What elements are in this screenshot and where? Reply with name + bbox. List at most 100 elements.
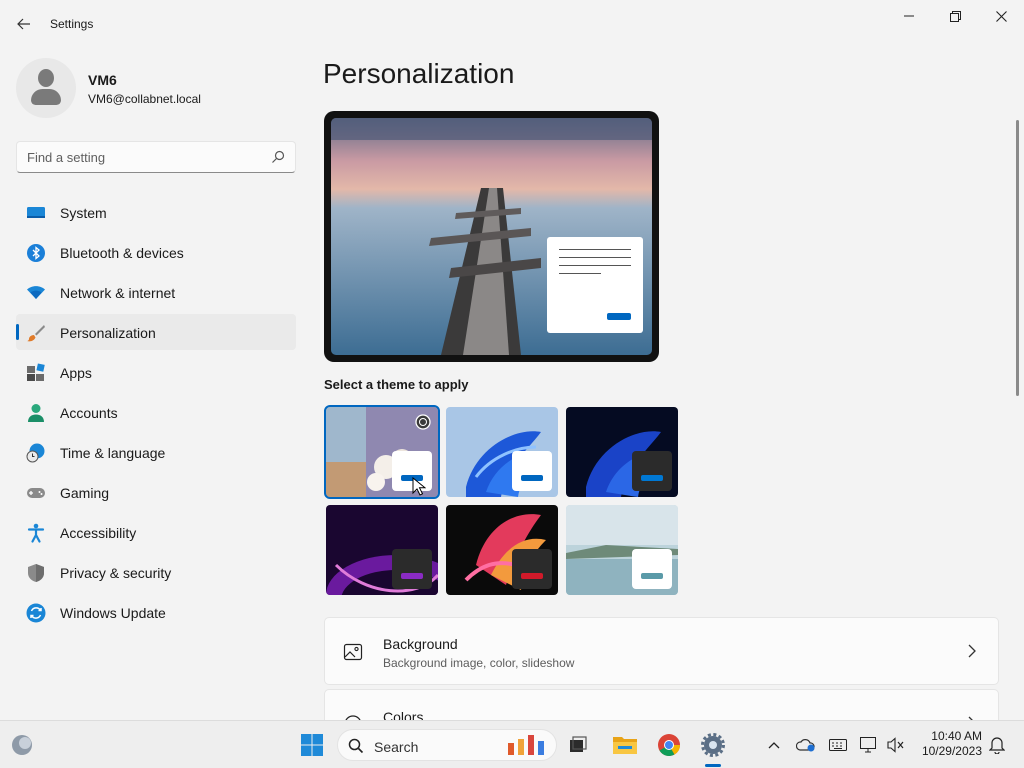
sidebar-item-apps[interactable]: Apps (16, 354, 296, 390)
sidebar-item-label: System (60, 205, 107, 221)
theme-mini-window (632, 549, 672, 589)
theme-accent-bar (641, 573, 663, 579)
avatar-head (38, 69, 54, 87)
accessibility-icon (27, 523, 45, 543)
sidebar-item-system[interactable]: System (16, 194, 296, 230)
profile-email: VM6@collabnet.local (88, 92, 201, 106)
speaker-muted-icon (887, 737, 904, 753)
chevron-right-icon (968, 644, 976, 658)
taskbar-search[interactable]: Search (337, 729, 557, 761)
preview-text-line (559, 257, 631, 258)
preview-text-line (559, 273, 601, 274)
preview-wallpaper (331, 118, 652, 355)
close-icon (995, 10, 1007, 22)
theme-mini-window (632, 451, 672, 491)
avatar[interactable] (16, 58, 76, 118)
background-card[interactable]: Background Background image, color, slid… (324, 617, 999, 685)
page-title: Personalization (323, 58, 515, 89)
sidebar-item-privacy-security[interactable]: Privacy & security (16, 554, 296, 590)
wifi-icon (27, 286, 45, 299)
onedrive-icon (796, 739, 815, 752)
brush-icon (27, 325, 45, 342)
mouse-cursor-icon (412, 477, 426, 496)
sidebar-item-label: Network & internet (60, 285, 176, 301)
sidebar-item-label: Apps (60, 365, 92, 381)
sidebar-item-time-language[interactable]: Time & language (16, 434, 296, 470)
card-subtitle: Background image, color, slideshow (383, 656, 575, 670)
sidebar-item-label: Windows Update (60, 605, 166, 621)
start-button[interactable] (296, 729, 328, 761)
gamepad-icon (27, 488, 45, 498)
sidebar-item-label: Bluetooth & devices (60, 245, 184, 261)
sidebar-item-label: Accounts (60, 405, 118, 421)
clock-time: 10:40 AM (931, 729, 982, 743)
sidebar-item-personalization[interactable]: Personalization (16, 314, 296, 350)
card-title: Background (383, 636, 458, 652)
weather-icon (12, 735, 32, 755)
onedrive-button[interactable] (790, 729, 822, 761)
theme-flow[interactable] (566, 505, 678, 595)
theme-accent-bar (521, 573, 543, 579)
chrome-icon (658, 734, 680, 756)
settings-app-button[interactable] (697, 729, 729, 761)
back-button[interactable] (10, 10, 38, 38)
chrome-button[interactable] (653, 729, 685, 761)
theme-captured-motion[interactable] (446, 505, 558, 595)
avatar-body (31, 89, 61, 105)
task-view-icon (570, 736, 587, 752)
file-explorer-button[interactable] (609, 729, 641, 761)
system-icon (27, 207, 45, 218)
file-explorer-icon (613, 737, 637, 754)
apps-icon (27, 363, 45, 381)
scrollbar[interactable] (1016, 120, 1019, 396)
show-hidden-icons-button[interactable] (758, 729, 790, 761)
theme-glow[interactable] (326, 505, 438, 595)
notifications-button[interactable] (981, 729, 1013, 761)
preview-button (607, 313, 631, 320)
search-input[interactable] (27, 148, 267, 166)
theme-mini-window (392, 549, 432, 589)
theme-windows-light[interactable] (446, 407, 558, 497)
accounts-icon (28, 404, 44, 422)
chevron-up-icon (768, 742, 780, 749)
theme-windows-dark[interactable] (566, 407, 678, 497)
color-mode-icon (415, 414, 431, 430)
settings-icon (701, 733, 725, 757)
sidebar-item-label: Personalization (60, 325, 156, 341)
minimize-button[interactable] (886, 0, 932, 32)
sidebar-item-gaming[interactable]: Gaming (16, 474, 296, 510)
taskbar-search-label: Search (374, 739, 419, 755)
task-view-button[interactable] (562, 729, 594, 761)
shield-icon (28, 564, 44, 582)
restore-button[interactable] (932, 0, 978, 32)
keyboard-button[interactable] (822, 729, 854, 761)
widgets-button[interactable] (6, 729, 38, 761)
sidebar-item-label: Privacy & security (60, 565, 172, 581)
taskbar: Search 10:40 AM 10/29/2023 (0, 720, 1024, 768)
sidebar-item-accessibility[interactable]: Accessibility (16, 514, 296, 550)
theme-custom-flowers[interactable] (324, 405, 440, 499)
search-icon[interactable] (271, 150, 285, 164)
theme-accent-bar (401, 573, 423, 579)
title-bar: Settings (0, 0, 1024, 48)
settings-search[interactable] (16, 141, 296, 173)
arrow-left-icon (17, 18, 30, 30)
clock[interactable]: 10:40 AM 10/29/2023 (920, 729, 982, 759)
start-icon (301, 734, 323, 756)
volume-button[interactable] (880, 729, 912, 761)
preview-text-line (559, 265, 631, 266)
time-language-icon (26, 443, 45, 463)
theme-accent-bar (521, 475, 543, 481)
theme-preview (324, 111, 659, 362)
minimize-icon (904, 15, 914, 17)
bluetooth-icon (27, 244, 45, 262)
sidebar-item-label: Gaming (60, 485, 110, 501)
sidebar-item-accounts[interactable]: Accounts (16, 394, 296, 430)
notification-bell-icon (989, 737, 1005, 754)
display-icon (860, 737, 876, 753)
restore-icon (949, 10, 961, 22)
close-button[interactable] (978, 0, 1024, 32)
sidebar-item-network[interactable]: Network & internet (16, 274, 296, 310)
sidebar-item-windows-update[interactable]: Windows Update (16, 594, 296, 630)
sidebar-item-bluetooth[interactable]: Bluetooth & devices (16, 234, 296, 270)
